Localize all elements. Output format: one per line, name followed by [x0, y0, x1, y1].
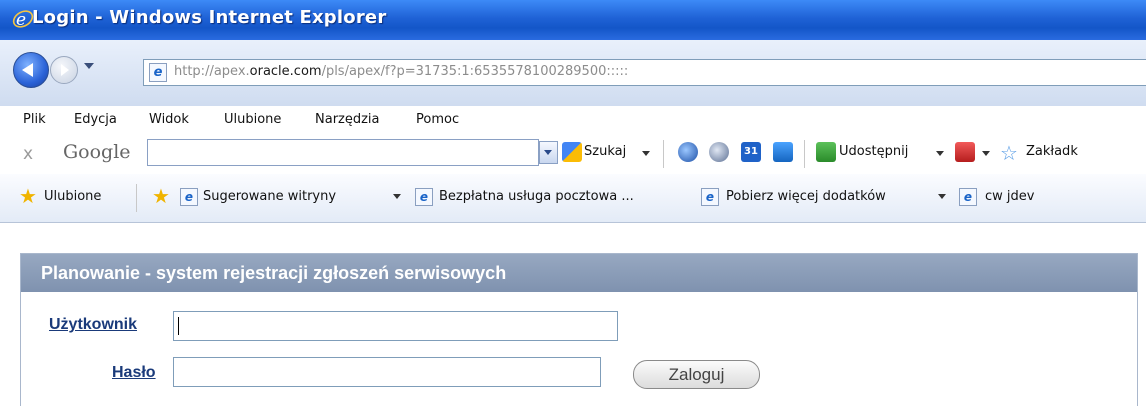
suggested-sites-caret-icon[interactable]: [393, 194, 401, 199]
google-toolbar: x Google Szukaj 31 Udostępnij ☆ Zakładk: [0, 134, 1146, 174]
share-options-caret-icon[interactable]: [936, 151, 944, 156]
url-prefix: http://apex.: [174, 64, 250, 79]
search-button-label[interactable]: Szukaj: [584, 144, 626, 159]
page-icon: e: [149, 63, 167, 82]
menu-bar: Plik Edycja Widok Ulubione Narzędzia Pom…: [0, 106, 1146, 134]
username-label[interactable]: Użytkownik: [49, 316, 137, 334]
back-arrow-icon: [22, 63, 33, 77]
menu-item-narzedzia[interactable]: Narzędzia: [315, 112, 380, 127]
menu-item-ulubione[interactable]: Ulubione: [224, 112, 281, 127]
chevron-down-icon: [544, 150, 552, 155]
window-title: Login - Windows Internet Explorer: [32, 7, 387, 28]
globe-icon[interactable]: [678, 142, 698, 162]
documents-icon[interactable]: [773, 142, 793, 162]
calendar-icon[interactable]: 31: [741, 142, 761, 162]
text-cursor: [178, 317, 179, 335]
menu-item-edycja[interactable]: Edycja: [74, 112, 117, 127]
favorites-separator: [136, 184, 137, 212]
menu-item-plik[interactable]: Plik: [23, 112, 46, 127]
popup-options-caret-icon[interactable]: [982, 151, 990, 156]
forward-button[interactable]: [50, 56, 78, 84]
google-search-input[interactable]: [147, 139, 539, 166]
add-to-favorites-icon[interactable]: ★: [152, 184, 170, 208]
close-toolbar-icon[interactable]: x: [23, 144, 33, 164]
favorite-link-cw-jdev[interactable]: cw jdev: [985, 189, 1034, 204]
url-suffix: /pls/apex/f?p=31735:1:6535578100289500::…: [321, 64, 629, 79]
favorite-link-get-addons[interactable]: Pobierz więcej dodatków: [726, 189, 886, 204]
bookmarks-button-label[interactable]: Zakładk: [1026, 144, 1078, 159]
forward-arrow-icon: [61, 64, 69, 76]
ie-page-icon: e: [701, 188, 719, 206]
get-addons-caret-icon[interactable]: [938, 194, 946, 199]
bookmark-star-icon[interactable]: ☆: [1000, 141, 1018, 165]
ie-page-icon: e: [180, 188, 198, 206]
history-dropdown-icon[interactable]: [84, 63, 94, 69]
back-button[interactable]: [13, 52, 49, 88]
internet-explorer-icon: e: [12, 10, 34, 30]
address-url[interactable]: http://apex.oracle.com/pls/apex/f?p=3173…: [174, 64, 628, 79]
svg-text:e: e: [16, 10, 26, 30]
url-domain: oracle.com: [249, 64, 322, 79]
navigation-bar: e http://apex.oracle.com/pls/apex/f?p=31…: [0, 40, 1146, 106]
menu-item-pomoc[interactable]: Pomoc: [416, 112, 459, 127]
favorite-link-free-mail[interactable]: Bezpłatna usługa pocztowa ...: [439, 189, 634, 204]
username-input[interactable]: [173, 311, 618, 341]
password-label[interactable]: Hasło: [112, 364, 156, 382]
zoom-search-icon[interactable]: [709, 142, 729, 162]
google-logo: Google: [63, 141, 131, 163]
login-heading: Planowanie - system rejestracji zgłoszeń…: [41, 263, 507, 283]
login-button[interactable]: Zaloguj: [633, 360, 760, 389]
login-panel-header: Planowanie - system rejestracji zgłoszeń…: [21, 254, 1137, 292]
search-options-caret-icon[interactable]: [642, 151, 650, 156]
menu-item-widok[interactable]: Widok: [149, 112, 189, 127]
address-bar[interactable]: e http://apex.oracle.com/pls/apex/f?p=31…: [143, 59, 1146, 86]
share-button-label[interactable]: Udostępnij: [839, 144, 908, 159]
favorites-button-label[interactable]: Ulubione: [44, 189, 101, 204]
favorite-link-suggested-sites[interactable]: Sugerowane witryny: [203, 189, 336, 204]
ie-page-icon: e: [959, 188, 977, 206]
window-title-bar: e Login - Windows Internet Explorer: [0, 0, 1146, 40]
ie-page-icon: e: [415, 188, 433, 206]
search-dropdown-button[interactable]: [539, 141, 558, 164]
toolbar-separator: [663, 140, 664, 168]
google-search-icon[interactable]: [562, 142, 582, 162]
password-input[interactable]: [173, 357, 601, 387]
toolbar-separator: [804, 140, 805, 168]
favorites-bar: ★ Ulubione ★ e Sugerowane witryny e Bezp…: [0, 174, 1146, 223]
share-icon[interactable]: [816, 142, 836, 162]
popup-blocker-icon[interactable]: [955, 142, 975, 162]
favorites-star-icon[interactable]: ★: [19, 184, 37, 208]
